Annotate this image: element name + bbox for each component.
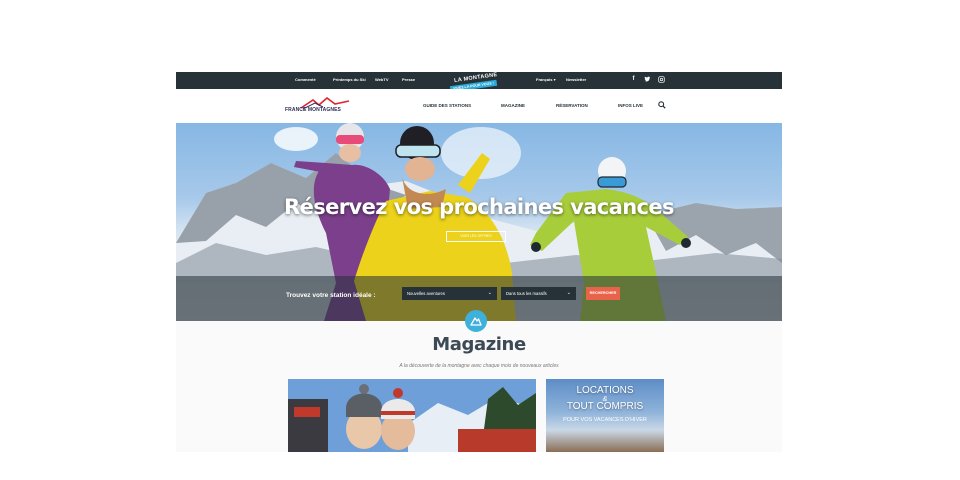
logo-text: FRANCE MONTAGNES [285,107,341,113]
topbar-link-presse[interactable]: Presse [402,77,415,82]
facebook-icon[interactable]: f [630,76,637,83]
search-submit-button[interactable]: RECHERCHER [586,287,620,300]
nav-infos-live[interactable]: INFOS LIVE [618,103,643,108]
twitter-icon[interactable] [644,76,651,83]
browser-viewport: Commenté Printemps du Ski WebTV Presse L… [176,72,782,452]
magazine-article-card[interactable] [288,379,536,452]
magazine-subtitle: A la découverte de la montagne avec chaq… [399,363,559,369]
experience-select-value: Nouvelles aventures [407,291,445,296]
topbar-link-webtv[interactable]: WebTV [375,77,388,82]
massif-select-value: Dans tous les massifs [506,291,547,296]
hero-title: Réservez vos prochaines vacances [284,195,675,219]
instagram-icon[interactable] [658,76,665,83]
hero-cta-button[interactable]: VOIR LES OFFRES [446,231,506,242]
top-utility-bar: Commenté Printemps du Ski WebTV Presse L… [176,72,782,93]
hero-banner: Réservez vos prochaines vacances VOIR LE… [176,123,782,321]
massif-select[interactable]: Dans tous les massifs ⌄ [501,287,576,300]
france-montagnes-logo[interactable]: FRANCE MONTAGNES [285,97,355,115]
nav-magazine[interactable]: MAGAZINE [501,103,525,108]
nav-reservation[interactable]: RÉSERVATION [556,103,588,108]
promo-card-locations[interactable]: LOCATIONS & TOUT COMPRIS POUR VOS VACANC… [546,379,664,452]
nav-guide-des-stations[interactable]: GUIDE DES STATIONS [423,103,471,108]
search-icon[interactable] [658,101,666,109]
topbar-link-printemps[interactable]: Printemps du Ski [333,77,366,82]
experience-select[interactable]: Nouvelles aventures ⌄ [402,287,497,300]
promo-line-tout-compris: TOUT COMPRIS [566,401,644,412]
language-selector[interactable]: Français ▾ [536,77,556,82]
article-photo [288,379,536,452]
main-nav: FRANCE MONTAGNES GUIDE DES STATIONS MAGA… [176,89,782,123]
chevron-down-icon: ⌄ [487,290,492,296]
language-label: Français [536,77,553,82]
topbar-link-commente[interactable]: Commenté [295,77,316,82]
mountain-icon [465,310,487,332]
chevron-down-icon: ⌄ [566,290,571,296]
newsletter-link[interactable]: Newsletter [566,77,586,82]
promo-line-locations: LOCATIONS [576,385,634,396]
search-label: Trouvez votre station idéale : [286,292,376,299]
promo-line-vacances: POUR VOS VACANCES D'HIVER [563,417,647,423]
magazine-heading: Magazine [432,334,526,355]
